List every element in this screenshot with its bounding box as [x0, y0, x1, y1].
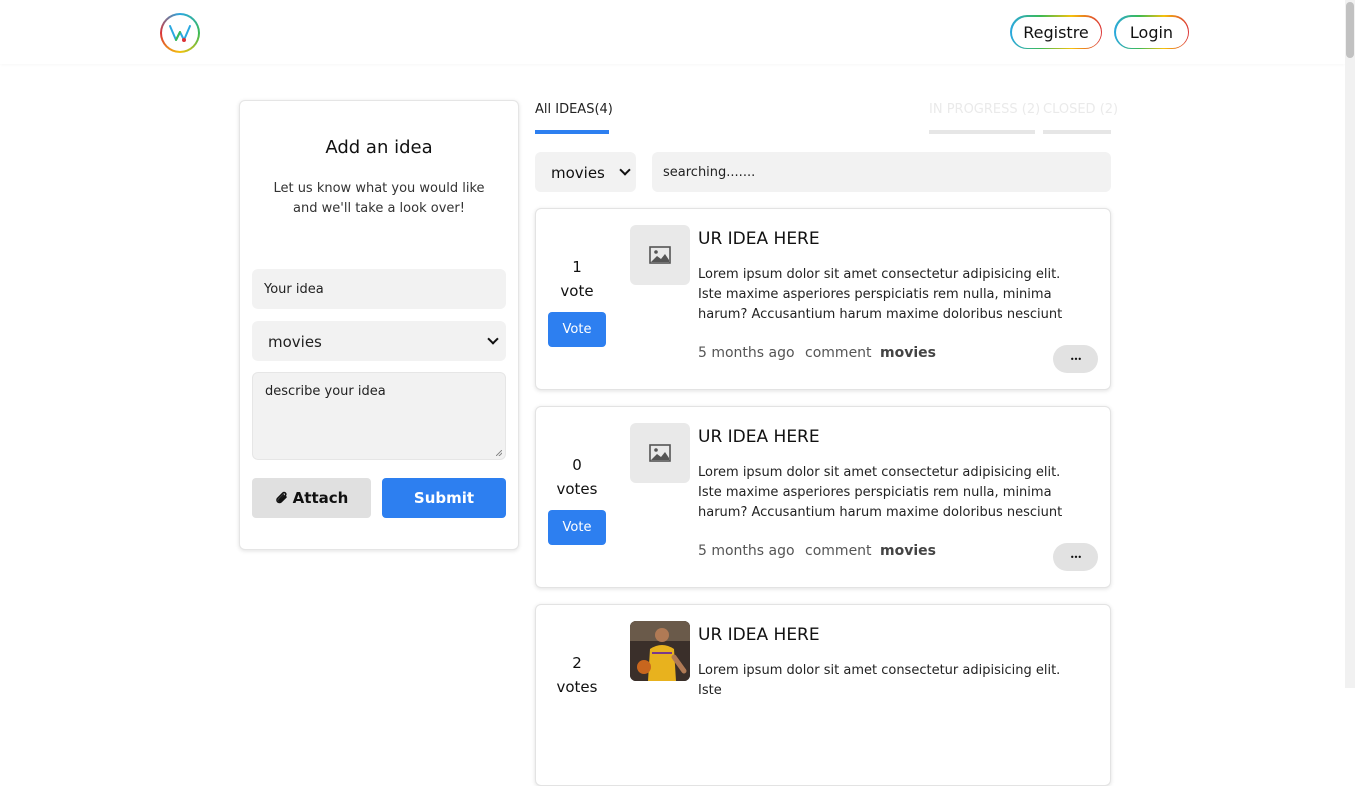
vote-count-word: vote [560, 282, 594, 300]
search-input[interactable]: searching....... [652, 152, 1111, 192]
idea-meta: 5 months ago comment movies [698, 345, 936, 361]
search-input-value: searching....... [663, 165, 756, 180]
vote-button[interactable]: Vote [548, 312, 606, 347]
scrollbar-thumb[interactable] [1346, 2, 1354, 58]
idea-input[interactable]: Your idea [252, 269, 506, 309]
description-textarea[interactable]: describe your idea [252, 372, 506, 460]
tab-in-progress[interactable]: IN PROGRESS (2) [929, 102, 1040, 117]
vote-count-word: votes [556, 678, 598, 696]
category-select-value: movies [268, 333, 322, 351]
ellipsis-icon: ••• [1069, 354, 1082, 364]
idea-input-value: Your idea [264, 282, 324, 297]
idea-title[interactable]: UR IDEA HERE [698, 625, 820, 645]
add-idea-title: Add an idea [325, 137, 433, 158]
description-textarea-value: describe your idea [265, 384, 386, 399]
idea-thumbnail[interactable] [630, 423, 690, 483]
tab-all-ideas[interactable]: All IDEAS(4) [535, 102, 613, 117]
submit-button[interactable]: Submit [382, 478, 506, 518]
register-button[interactable]: Registre [1010, 15, 1102, 49]
idea-title[interactable]: UR IDEA HERE [698, 229, 820, 249]
vote-count: 1 vote [536, 255, 618, 303]
vote-count-word: votes [556, 480, 598, 498]
idea-thumbnail[interactable] [630, 225, 690, 285]
attach-button[interactable]: Attach [252, 478, 371, 518]
idea-card: 2 votes UR IDEA HERE Lorem ipsum dolor s… [535, 604, 1111, 786]
resize-handle-icon[interactable] [496, 450, 502, 456]
tab-active-indicator [535, 130, 609, 134]
image-placeholder-icon [649, 444, 671, 462]
idea-description: Lorem ipsum dolor sit amet consectetur a… [698, 663, 1061, 698]
basketball-player-photo [630, 621, 690, 681]
submit-button-label: Submit [413, 489, 475, 507]
chevron-down-icon [487, 333, 499, 345]
idea-card: 0 votes Vote UR IDEA HERE Lorem ipsum do… [535, 406, 1111, 588]
idea-time: 5 months ago [698, 543, 795, 559]
login-button[interactable]: Login [1114, 15, 1189, 49]
top-header: Registre Login [0, 0, 1345, 64]
vote-count-number: 0 [572, 456, 582, 474]
attach-button-label: Attach [292, 489, 349, 507]
idea-category: movies [880, 345, 936, 361]
idea-photo[interactable] [630, 621, 690, 681]
ellipsis-icon: ••• [1069, 552, 1082, 562]
idea-time: 5 months ago [698, 345, 795, 361]
logo-mark-icon [169, 25, 191, 42]
filter-category-value: movies [551, 164, 605, 182]
idea-category: movies [880, 543, 936, 559]
vote-count-number: 1 [572, 258, 582, 276]
vote-count: 0 votes [536, 453, 618, 501]
category-select[interactable]: movies [252, 321, 506, 361]
tab-closed-underline [1043, 130, 1111, 134]
more-options-button[interactable]: ••• [1053, 543, 1098, 571]
vote-count-number: 2 [572, 654, 582, 672]
login-button-label: Login [1115, 16, 1188, 48]
idea-title[interactable]: UR IDEA HERE [698, 427, 820, 447]
page-scrollbar[interactable] [1345, 0, 1355, 688]
idea-description: Lorem ipsum dolor sit amet consectetur a… [698, 267, 1063, 322]
vote-count: 2 votes [536, 651, 618, 699]
tab-in-progress-underline [929, 130, 1035, 134]
filter-category-select[interactable]: movies [535, 152, 636, 192]
brand-logo[interactable] [160, 13, 200, 53]
vote-button[interactable]: Vote [548, 510, 606, 545]
idea-comment-link[interactable]: comment [805, 543, 872, 559]
idea-comment-link[interactable]: comment [805, 345, 872, 361]
more-options-button[interactable]: ••• [1053, 345, 1098, 373]
idea-card: 1 vote Vote UR IDEA HERE Lorem ipsum dol… [535, 208, 1111, 390]
paperclip-icon [275, 491, 287, 503]
image-placeholder-icon [649, 246, 671, 264]
idea-meta: 5 months ago comment movies [698, 543, 936, 559]
register-button-label: Registre [1011, 16, 1101, 48]
add-idea-card: Add an idea Let us know what you would l… [239, 100, 519, 550]
tab-closed[interactable]: CLOSED (2) [1043, 102, 1118, 117]
chevron-down-icon [619, 164, 631, 176]
add-idea-description: Let us know what you would like and we'l… [273, 181, 485, 216]
idea-description: Lorem ipsum dolor sit amet consectetur a… [698, 465, 1063, 520]
